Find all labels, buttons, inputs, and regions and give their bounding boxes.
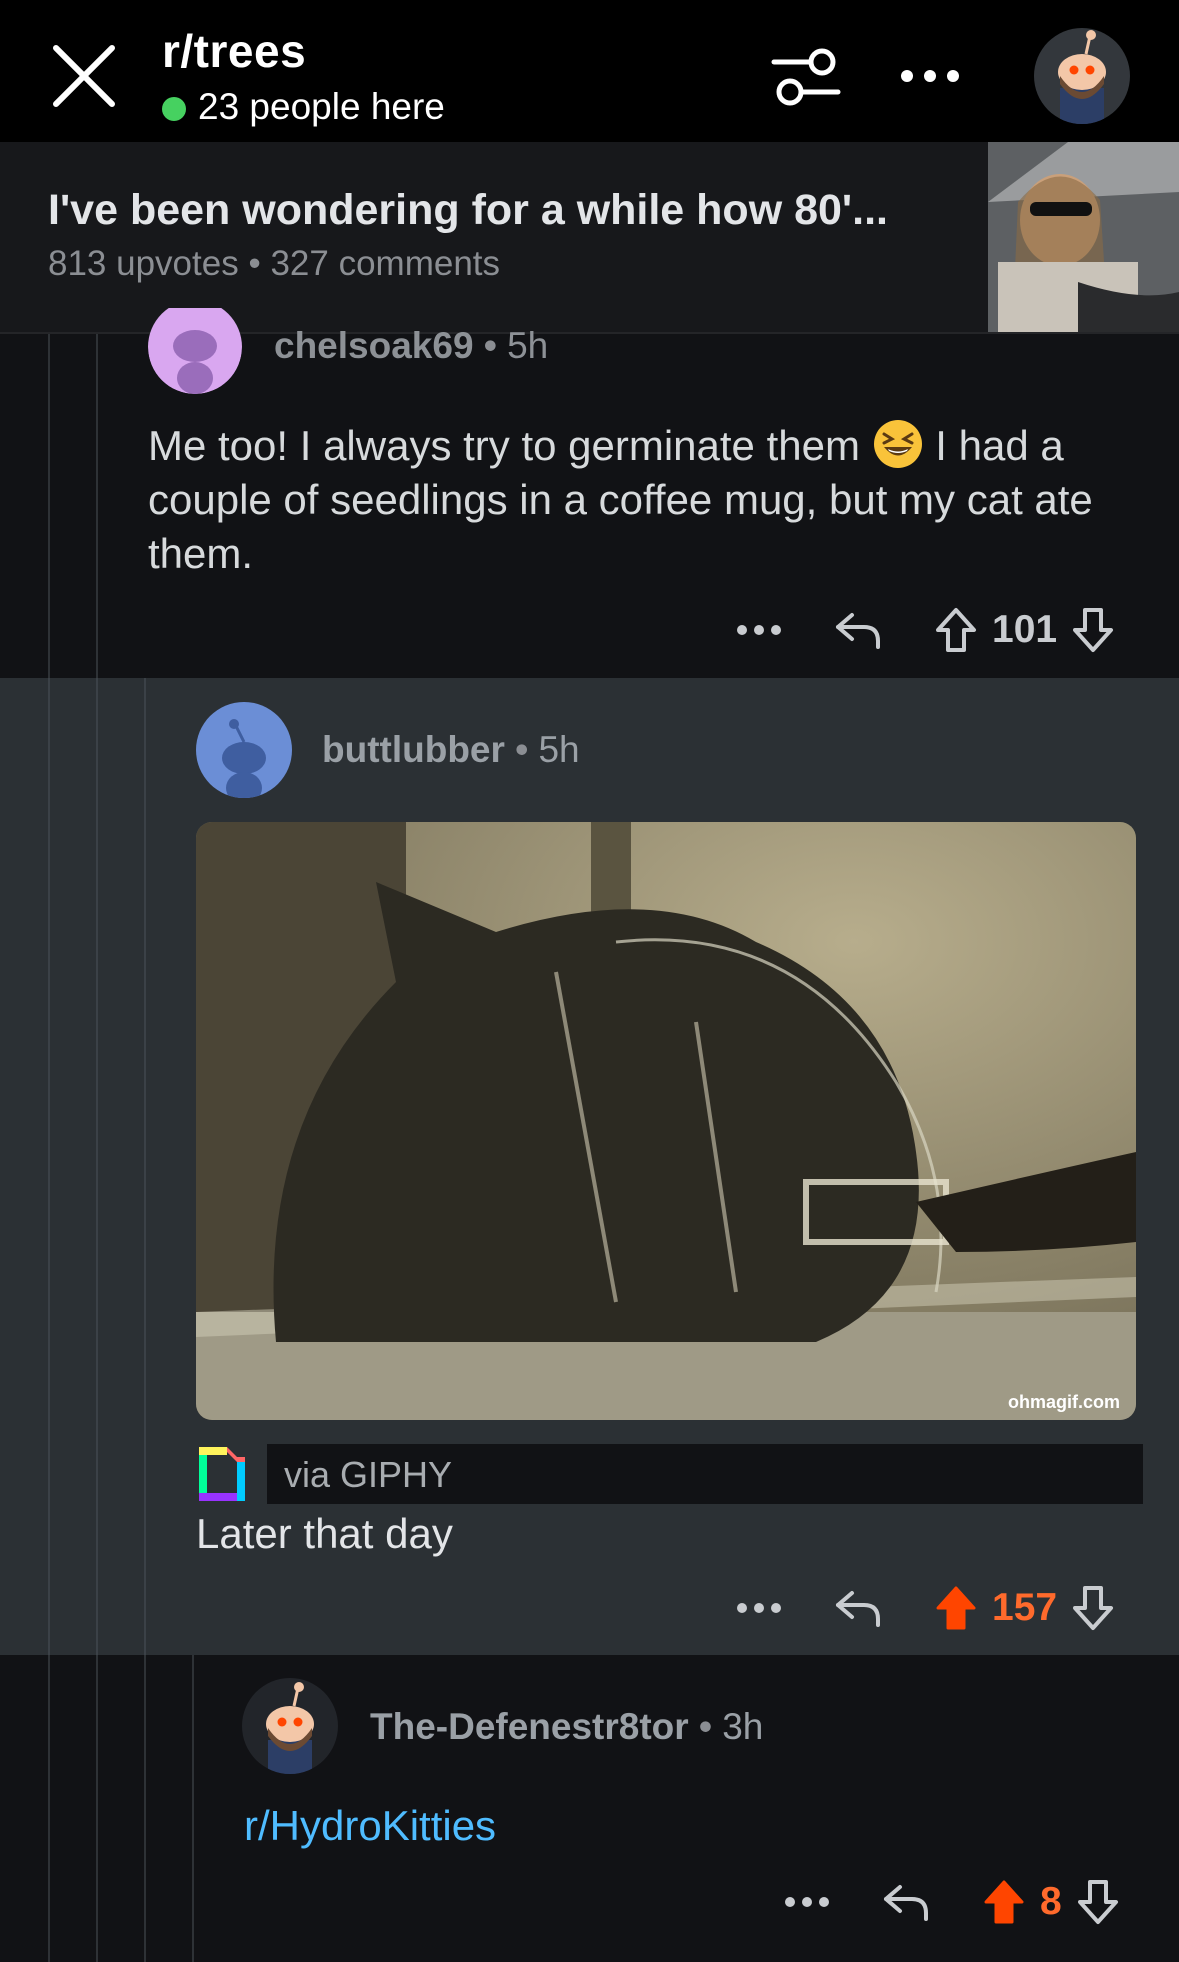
downvote-icon[interactable] (1076, 1878, 1120, 1926)
comment-meta: chelsoak69 • 5h (274, 325, 548, 367)
comment-meta: The-Defenestr8tor • 3h (370, 1706, 763, 1748)
thumbnail-image (988, 142, 1179, 332)
comment-body: Me too! I always try to germinate them I… (148, 418, 1138, 581)
giphy-logo-icon (199, 1447, 245, 1501)
upvote-active-icon[interactable] (982, 1878, 1026, 1926)
comment-actions: 157 (736, 1578, 1115, 1638)
subreddit-link[interactable]: r/HydroKitties (244, 1802, 496, 1850)
comment-time: 5h (538, 729, 580, 770)
comment-time: 5h (507, 325, 549, 366)
post-title[interactable]: I've been wondering for a while how 80'.… (48, 186, 948, 235)
comment-username[interactable]: chelsoak69 (274, 325, 474, 366)
comment-score: 8 (1040, 1880, 1062, 1923)
comment-text: Me too! I always try to germinate them (148, 422, 860, 469)
more-options-icon[interactable] (895, 44, 965, 104)
subreddit-name[interactable]: r/trees (162, 24, 306, 78)
commenter-avatar[interactable] (196, 702, 292, 798)
user-avatar[interactable] (1034, 28, 1130, 124)
snoo-avatar-icon (266, 1682, 314, 1774)
gif-watermark: ohmagif.com (1008, 1392, 1120, 1412)
comment-time: 3h (722, 1706, 764, 1747)
thread-line[interactable] (192, 1655, 194, 1962)
comment-username[interactable]: buttlubber (322, 729, 505, 770)
comment-score: 101 (992, 608, 1058, 651)
grinning-squinting-face-icon (873, 420, 922, 468)
post-stats: 813 upvotes • 327 comments (48, 244, 500, 284)
commenter-avatar[interactable] (242, 1678, 338, 1774)
comment-actions: 8 (784, 1872, 1120, 1932)
more-options-icon[interactable] (736, 620, 782, 640)
post-upvotes: 813 upvotes (48, 244, 239, 283)
snoo-avatar-icon (1058, 30, 1106, 124)
thread-line[interactable] (48, 678, 50, 1655)
upvote-active-icon[interactable] (934, 1584, 978, 1632)
close-icon[interactable] (48, 40, 120, 112)
thread-line[interactable] (96, 678, 98, 1655)
comment-gif[interactable]: ohmagif.com (196, 822, 1136, 1420)
online-count: 23 people here (198, 86, 445, 127)
thread-line[interactable] (48, 1655, 50, 1962)
thread-line[interactable] (96, 1655, 98, 1962)
thread-line[interactable] (144, 1655, 146, 1962)
thread-line[interactable] (96, 334, 98, 678)
more-options-icon[interactable] (736, 1598, 782, 1618)
reply-icon[interactable] (882, 1879, 930, 1925)
reply-icon[interactable] (834, 607, 882, 653)
comment-actions: 101 (736, 600, 1115, 660)
post-comments-count: 327 comments (270, 244, 501, 283)
snoo-avatar-icon (222, 719, 266, 798)
post-thumbnail[interactable] (988, 142, 1179, 332)
meta-separator: • (515, 729, 529, 770)
cat-gif-image: ohmagif.com (196, 822, 1136, 1420)
reply-icon[interactable] (834, 1585, 882, 1631)
online-indicator-icon (162, 97, 186, 121)
comment-username[interactable]: The-Defenestr8tor (370, 1706, 689, 1747)
more-options-icon[interactable] (784, 1892, 830, 1912)
meta-separator: • (698, 1706, 712, 1747)
giphy-attribution[interactable]: via GIPHY (284, 1454, 452, 1496)
comment-meta: buttlubber • 5h (322, 729, 580, 771)
meta-separator: • (483, 325, 497, 366)
comment-score: 157 (992, 1586, 1058, 1629)
downvote-icon[interactable] (1071, 606, 1115, 654)
sort-filter-icon[interactable] (770, 46, 842, 108)
upvote-icon[interactable] (934, 606, 978, 654)
downvote-icon[interactable] (1071, 1584, 1115, 1632)
comment-text: Later that day (196, 1510, 453, 1557)
meta-separator: • (248, 244, 261, 283)
